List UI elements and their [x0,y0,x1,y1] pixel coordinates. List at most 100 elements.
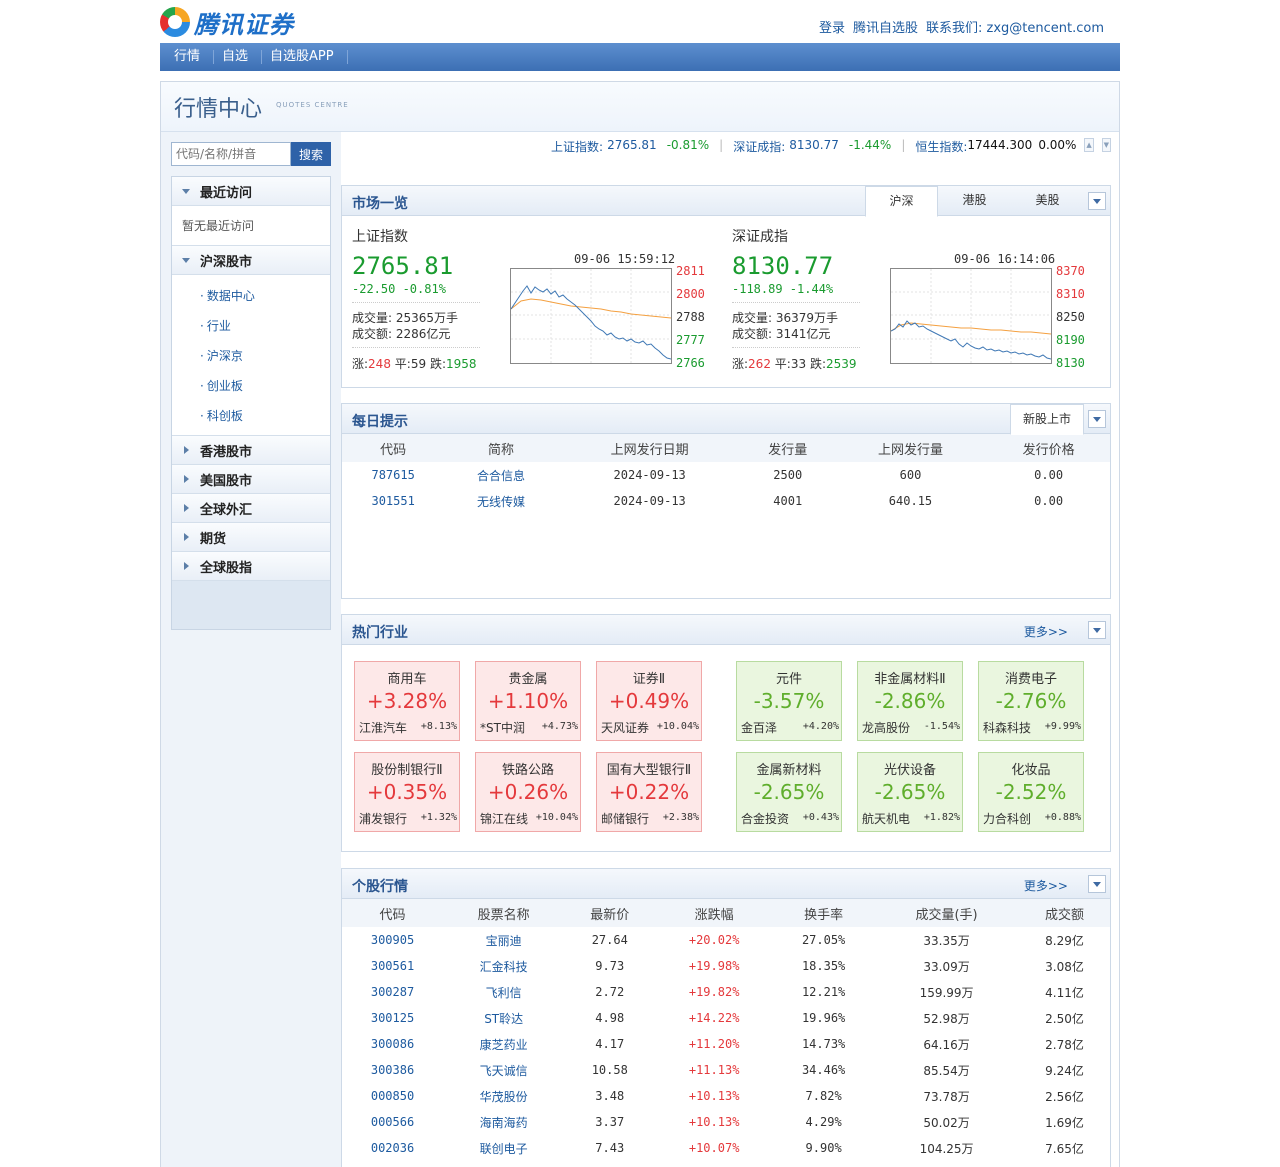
stock-code[interactable]: 300287 [342,979,443,1005]
industry-card[interactable]: 金属新材料 -2.65% 合金投资 +0.43% [736,752,842,832]
ticker-sz-value: 8130.77 [789,138,839,152]
menu-futures[interactable]: 期货 [172,523,330,552]
sidebar-item-data-center[interactable]: 数据中心 [200,281,330,311]
stock-name[interactable]: 合合信息 [444,462,557,488]
tab-hk[interactable]: 港股 [938,186,1011,216]
ticker-hsi-change: 0.00% [1038,138,1077,152]
sz-ytick: 8250 [1056,310,1085,324]
leading-stock: *ST中润 [480,721,525,735]
hot-industry-panel: 热门行业 更多>> 商用车 +3.28% 江淮汽车 +8.13% 贵金属 +1.10% *S… [341,614,1111,852]
market-dropdown-button[interactable] [1088,192,1106,210]
menu-global-index[interactable]: 全球股指 [172,552,330,581]
table-header-row: 代码 股票名称 最新价 涨跌幅 换手率 成交量(手) 成交额 [342,899,1110,927]
chevron-down-icon [1093,198,1101,204]
industry-card[interactable]: 元件 -3.57% 金百泽 +4.20% [736,661,842,741]
industry-card[interactable]: 证券Ⅱ +0.49% 天风证券 +10.04% [596,661,702,741]
menu-hs-market[interactable]: 沪深股市 [172,246,330,275]
divider [732,302,860,303]
stock-code[interactable]: 787615 [342,462,444,488]
chevron-right-icon [184,533,189,541]
industry-card[interactable]: 化妆品 -2.52% 力合科创 +0.88% [978,752,1084,832]
sz-index-name[interactable]: 深证成指 [732,226,788,246]
tab-new-listings[interactable]: 新股上市 [1010,404,1084,435]
sidebar-item-hsj[interactable]: 沪深京 [200,341,330,371]
sz-flat-count: 33 [790,357,807,371]
amount: 2.78亿 [1045,1037,1084,1052]
stock-name[interactable]: 无线传媒 [444,488,557,514]
contact-link[interactable]: 联系我们: zxg@tencent.com [926,17,1104,36]
search-input[interactable] [171,142,291,166]
change-pct: +11.13% [688,1063,740,1077]
sz-intraday-chart[interactable] [890,268,1052,364]
stock-name[interactable]: 汇金科技 [443,953,564,979]
nav-item-quotes[interactable]: 行情 [166,50,215,64]
stock-name[interactable]: 宝丽迪 [443,927,564,953]
tencent-securities-logo[interactable]: 腾讯证券 [160,6,294,39]
industry-card[interactable]: 贵金属 +1.10% *ST中润 +4.73% [475,661,581,741]
sh-index-block: 上证指数 2765.81 -22.50 -0.81% 成交量: 25365万手 … [342,216,722,388]
industry-card[interactable]: 铁路公路 +0.26% 锦江在线 +10.04% [475,752,581,832]
stock-name[interactable]: 飞利信 [443,979,564,1005]
industry-change: +1.10% [487,689,569,713]
stock-name[interactable]: 海南海药 [443,1109,564,1135]
ticker-up-button[interactable]: ▲ [1084,138,1094,152]
hot-dropdown-button[interactable] [1088,621,1106,639]
search-button[interactable]: 搜索 [291,142,331,166]
login-link[interactable]: 登录 [819,17,845,36]
sh-intraday-chart[interactable] [510,268,672,364]
sh-index-name[interactable]: 上证指数 [352,226,408,246]
column-header: 股票名称 [443,899,565,927]
change-pct: +10.07% [688,1141,740,1155]
industry-card[interactable]: 国有大型银行Ⅱ +0.22% 邮储银行 +2.38% [596,752,702,832]
stocks-dropdown-button[interactable] [1088,875,1106,893]
daily-dropdown-button[interactable] [1088,410,1106,428]
stock-code[interactable]: 300905 [342,927,443,953]
last-price: 10.58 [591,1063,628,1077]
industry-card[interactable]: 消费电子 -2.76% 科森科技 +9.99% [978,661,1084,741]
stock-code[interactable]: 300125 [342,1005,443,1031]
stock-name[interactable]: 联创电子 [443,1135,564,1161]
stock-name[interactable]: 康芝药业 [443,1031,564,1057]
stock-code[interactable]: 300561 [342,953,443,979]
main-nav: 行情 自选 自选股APP [160,43,1120,71]
menu-forex[interactable]: 全球外汇 [172,494,330,523]
stocks-more-link[interactable]: 更多>> [1024,877,1068,894]
nav-item-watchlist[interactable]: 自选 [214,50,263,64]
menu-recent[interactable]: 最近访问 [172,177,330,206]
menu-hk-market[interactable]: 香港股市 [172,436,330,465]
ticker-sh-name[interactable]: 上证指数: [551,138,603,154]
industry-card[interactable]: 商用车 +3.28% 江淮汽车 +8.13% [354,661,460,741]
industry-card[interactable]: 非金属材料Ⅱ -2.86% 龙高股份 -1.54% [857,661,963,741]
stock-code[interactable]: 002036 [342,1135,443,1161]
ticker-down-button[interactable]: ▼ [1101,138,1111,152]
industry-card[interactable]: 光伏设备 -2.65% 航天机电 +1.82% [857,752,963,832]
stock-name[interactable]: 华茂股份 [443,1083,564,1109]
sh-ytick: 2777 [676,333,705,347]
sidebar-item-industry[interactable]: 行业 [200,311,330,341]
sidebar-item-star[interactable]: 科创板 [200,401,330,431]
stock-name[interactable]: ST聆达 [443,1005,564,1031]
tab-us[interactable]: 美股 [1011,186,1084,216]
menu-us-market[interactable]: 美国股市 [172,465,330,494]
volume: 159.99万 [919,985,974,1000]
ticker-sz-name[interactable]: 深证成指: [733,138,785,154]
tab-hs[interactable]: 沪深 [865,186,938,217]
hot-more-link[interactable]: 更多>> [1024,623,1068,640]
stock-code[interactable]: 300086 [342,1031,443,1057]
stock-code[interactable]: 301551 [342,488,444,514]
chevron-down-icon [182,257,190,263]
industry-card[interactable]: 股份制银行Ⅱ +0.35% 浦发银行 +1.32% [354,752,460,832]
stock-code[interactable]: 000850 [342,1083,443,1109]
sidebar-item-gem[interactable]: 创业板 [200,371,330,401]
change-pct: +20.02% [688,933,740,947]
nav-item-app[interactable]: 自选股APP [262,50,348,64]
zxg-link[interactable]: 腾讯自选股 [853,17,918,36]
chevron-down-icon [1093,416,1101,422]
sz-index-price: 8130.77 [732,252,834,280]
hot-panel-header: 热门行业 更多>> [342,615,1110,645]
sh-breadth: 涨:248 平:59 跌:1958 [352,355,477,372]
ticker-hsi-name[interactable]: 恒生指数: [915,138,967,154]
stock-code[interactable]: 000566 [342,1109,443,1135]
stock-name[interactable]: 飞天诚信 [443,1057,564,1083]
stock-code[interactable]: 300386 [342,1057,443,1083]
